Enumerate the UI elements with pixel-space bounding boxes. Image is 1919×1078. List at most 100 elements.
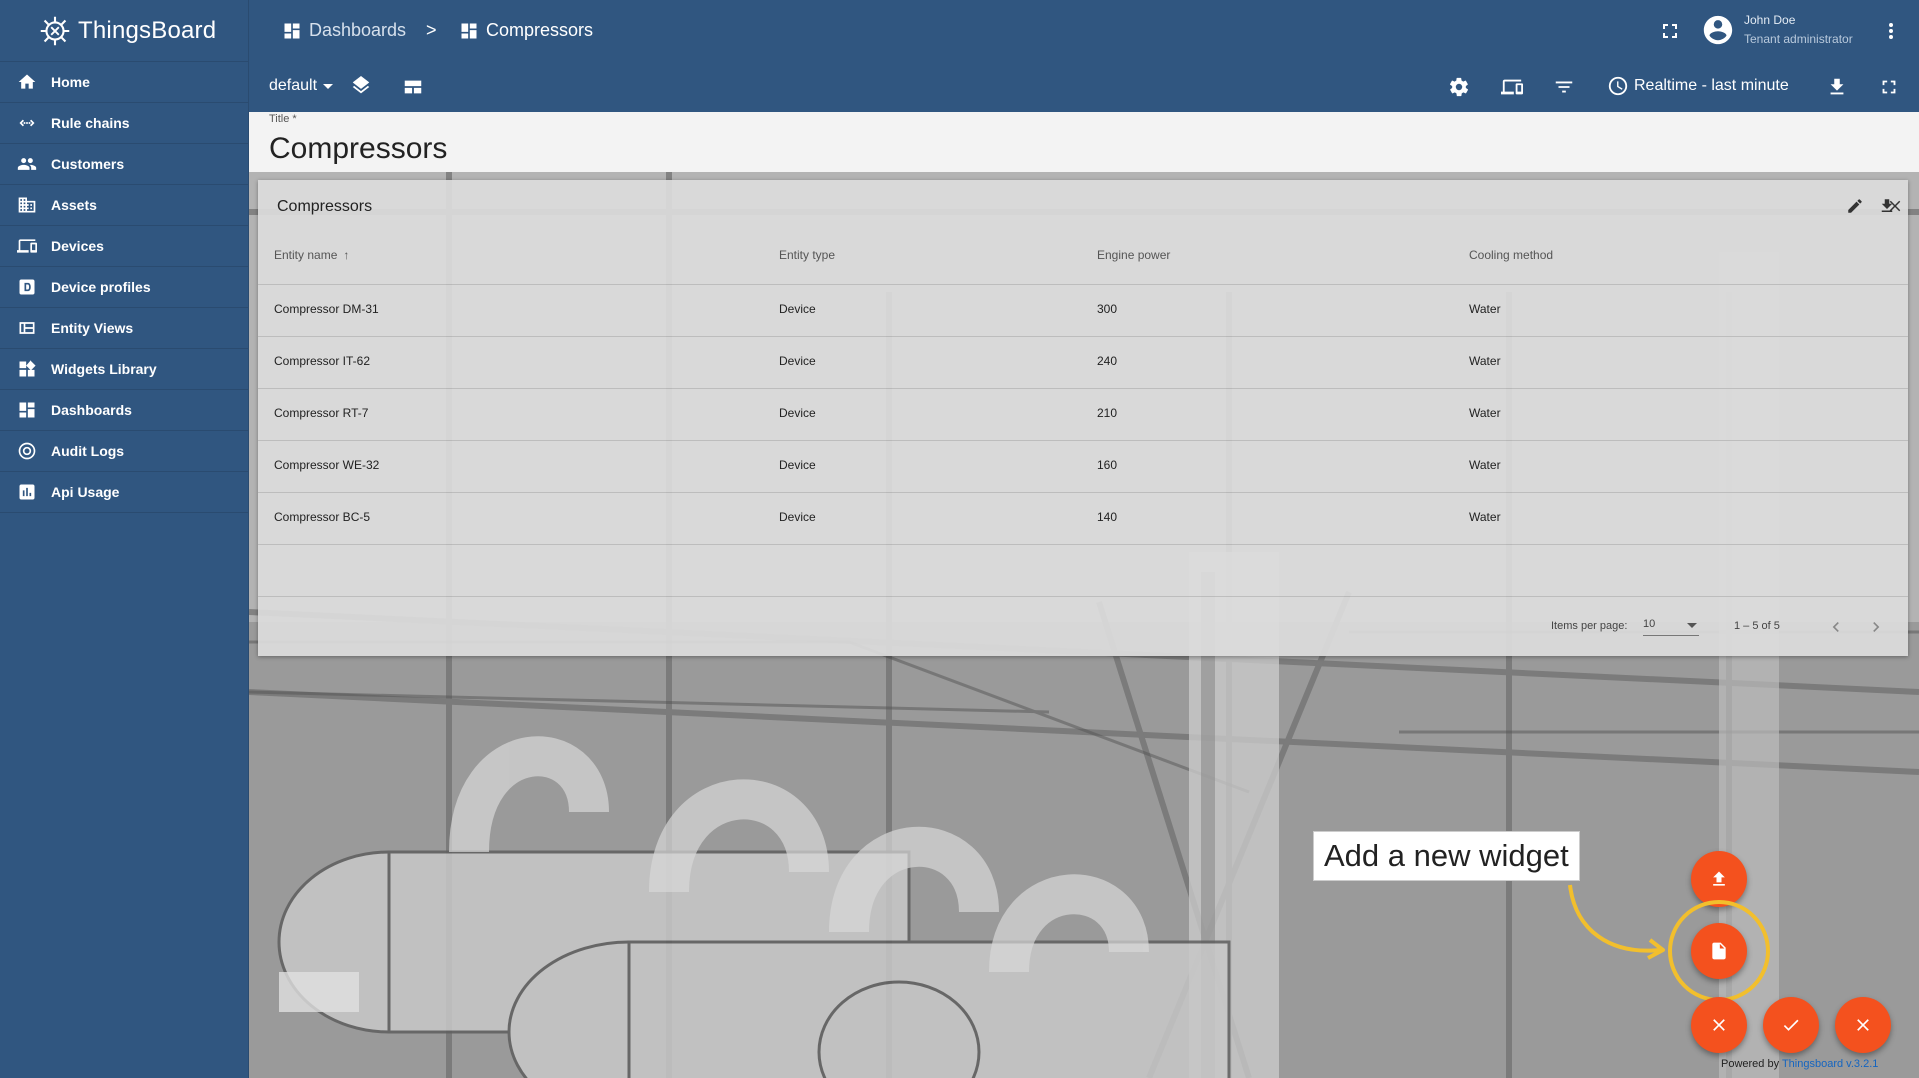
layouts-button[interactable] bbox=[400, 74, 426, 100]
cell-entity-type: Device bbox=[779, 354, 816, 368]
export-button[interactable] bbox=[1824, 74, 1850, 100]
previous-page-button[interactable] bbox=[1824, 615, 1848, 639]
sidebar-item-assets[interactable]: Assets bbox=[0, 185, 248, 226]
sidebar-item-label: Assets bbox=[51, 197, 97, 213]
table-row[interactable]: Compressor IT-62 Device 240 Water bbox=[258, 336, 1908, 388]
sidebar-item-home[interactable]: Home bbox=[0, 62, 248, 103]
sidebar-item-rule-chains[interactable]: Rule chains bbox=[0, 103, 248, 144]
sidebar-item-widgets-library[interactable]: Widgets Library bbox=[0, 349, 248, 390]
column-header-entity-type[interactable]: Entity type bbox=[779, 248, 835, 262]
cell-cooling-method: Water bbox=[1469, 354, 1501, 368]
devices-icon bbox=[16, 235, 38, 257]
sidebar-item-label: Audit Logs bbox=[51, 443, 125, 459]
remove-widget-button[interactable] bbox=[1883, 194, 1907, 218]
sidebar-item-label: Widgets Library bbox=[51, 361, 157, 377]
home-icon bbox=[16, 71, 38, 93]
top-header: Dashboards > Compressors John Doe Tenant… bbox=[249, 0, 1919, 62]
chevron-left-icon bbox=[1832, 622, 1839, 632]
powered-by-link[interactable]: Thingsboard v.3.2.1 bbox=[1782, 1058, 1878, 1070]
entities-table-widget: Compressors Entity name ↑ Entity type Eng… bbox=[258, 180, 1908, 656]
sidebar-item-dashboards[interactable]: Dashboards bbox=[0, 390, 248, 431]
chevron-right-icon bbox=[1873, 622, 1880, 632]
assets-icon bbox=[16, 194, 38, 216]
cell-engine-power: 240 bbox=[1097, 354, 1118, 368]
cell-entity-name: Compressor DM-31 bbox=[274, 302, 379, 316]
sidebar: ThingsBoard Home Rule chains Customers A… bbox=[0, 0, 249, 1078]
add-new-widget-button[interactable] bbox=[1691, 923, 1747, 979]
layers-icon bbox=[352, 76, 370, 94]
customers-icon bbox=[16, 153, 38, 175]
close-fab-button[interactable] bbox=[1691, 997, 1747, 1053]
widget-title: Compressors bbox=[277, 198, 373, 215]
sidebar-item-device-profiles[interactable]: Device profiles bbox=[0, 267, 248, 308]
close-icon bbox=[1713, 1019, 1725, 1031]
user-name: John Doe bbox=[1744, 13, 1796, 27]
breadcrumb-compressors: Compressors bbox=[459, 20, 593, 41]
next-page-button[interactable] bbox=[1864, 615, 1888, 639]
sidebar-item-label: Dashboards bbox=[51, 402, 132, 418]
upload-icon bbox=[1713, 871, 1725, 886]
entity-aliases-button[interactable] bbox=[1499, 74, 1525, 100]
timewindow-button[interactable]: Realtime - last minute bbox=[1607, 75, 1789, 97]
device-profiles-icon bbox=[16, 276, 38, 298]
sidebar-item-label: Entity Views bbox=[51, 320, 134, 336]
sidebar-item-api-usage[interactable]: Api Usage bbox=[0, 472, 248, 513]
cell-engine-power: 160 bbox=[1097, 458, 1118, 472]
row-divider bbox=[258, 544, 1908, 545]
widgets-icon bbox=[16, 358, 38, 380]
powered-by: Powered by Thingsboard v.3.2.1 bbox=[1721, 1058, 1878, 1070]
download-icon bbox=[1830, 78, 1844, 95]
timewindow-label: Realtime - last minute bbox=[1634, 77, 1789, 94]
thingsboard-logo-icon bbox=[40, 16, 70, 45]
cell-engine-power: 140 bbox=[1097, 510, 1118, 524]
layers-button[interactable] bbox=[348, 74, 374, 100]
column-header-entity-name[interactable]: Entity name ↑ bbox=[274, 248, 349, 262]
items-per-page-label: Items per page: bbox=[1551, 620, 1628, 632]
account-circle-icon[interactable] bbox=[1701, 13, 1735, 47]
import-widget-button[interactable] bbox=[1691, 851, 1747, 907]
state-select[interactable]: default bbox=[269, 77, 334, 95]
breadcrumb-dashboards[interactable]: Dashboards bbox=[282, 20, 406, 41]
powered-by-prefix: Powered by bbox=[1721, 1058, 1782, 1070]
fullscreen-icon[interactable] bbox=[1658, 19, 1682, 43]
edit-widget-button[interactable] bbox=[1843, 194, 1867, 218]
view-agenda-icon bbox=[404, 80, 422, 94]
sidebar-item-label: Device profiles bbox=[51, 279, 151, 295]
cell-entity-name: Compressor RT-7 bbox=[274, 406, 369, 420]
filters-button[interactable] bbox=[1551, 74, 1577, 100]
callout-arrow-icon bbox=[1568, 884, 1665, 960]
dashboard-title-bar: Title * Compressors bbox=[249, 112, 1919, 172]
sidebar-item-label: Customers bbox=[51, 156, 125, 172]
sidebar-item-audit-logs[interactable]: Audit Logs bbox=[0, 431, 248, 472]
sidebar-item-customers[interactable]: Customers bbox=[0, 144, 248, 185]
sidebar-item-devices[interactable]: Devices bbox=[0, 226, 248, 267]
table-row[interactable]: Compressor WE-32 Device 160 Water bbox=[258, 440, 1908, 492]
dashboards-icon bbox=[461, 23, 477, 38]
title-field-label: Title * bbox=[269, 113, 297, 125]
sidebar-item-entity-views[interactable]: Entity Views bbox=[0, 308, 248, 349]
settings-button[interactable] bbox=[1446, 74, 1472, 100]
logo[interactable]: ThingsBoard bbox=[0, 0, 248, 62]
apply-changes-button[interactable] bbox=[1763, 997, 1819, 1053]
caret-down-icon bbox=[323, 83, 334, 89]
devices-icon bbox=[1501, 79, 1523, 95]
column-header-cooling-method[interactable]: Cooling method bbox=[1469, 248, 1553, 262]
close-icon bbox=[1857, 1019, 1869, 1031]
decline-changes-button[interactable] bbox=[1835, 997, 1891, 1053]
items-per-page-select[interactable]: 10 bbox=[1643, 618, 1699, 636]
table-row[interactable]: Compressor DM-31 Device 300 Water bbox=[258, 284, 1908, 336]
table-row[interactable]: Compressor BC-5 Device 140 Water bbox=[258, 492, 1908, 544]
entity-views-icon bbox=[16, 317, 38, 339]
fullscreen-button[interactable] bbox=[1876, 74, 1902, 100]
cell-cooling-method: Water bbox=[1469, 406, 1501, 420]
more-vert-icon[interactable] bbox=[1879, 19, 1903, 43]
cell-entity-name: Compressor WE-32 bbox=[274, 458, 380, 472]
column-header-engine-power[interactable]: Engine power bbox=[1097, 248, 1170, 262]
cell-entity-name: Compressor IT-62 bbox=[274, 354, 371, 368]
title-field[interactable]: Compressors bbox=[269, 132, 447, 166]
table-row[interactable]: Compressor RT-7 Device 210 Water bbox=[258, 388, 1908, 440]
cell-entity-name: Compressor BC-5 bbox=[274, 510, 371, 524]
page-range: 1 – 5 of 5 bbox=[1734, 620, 1780, 632]
api-usage-icon bbox=[16, 481, 38, 503]
pencil-icon bbox=[1848, 199, 1862, 213]
